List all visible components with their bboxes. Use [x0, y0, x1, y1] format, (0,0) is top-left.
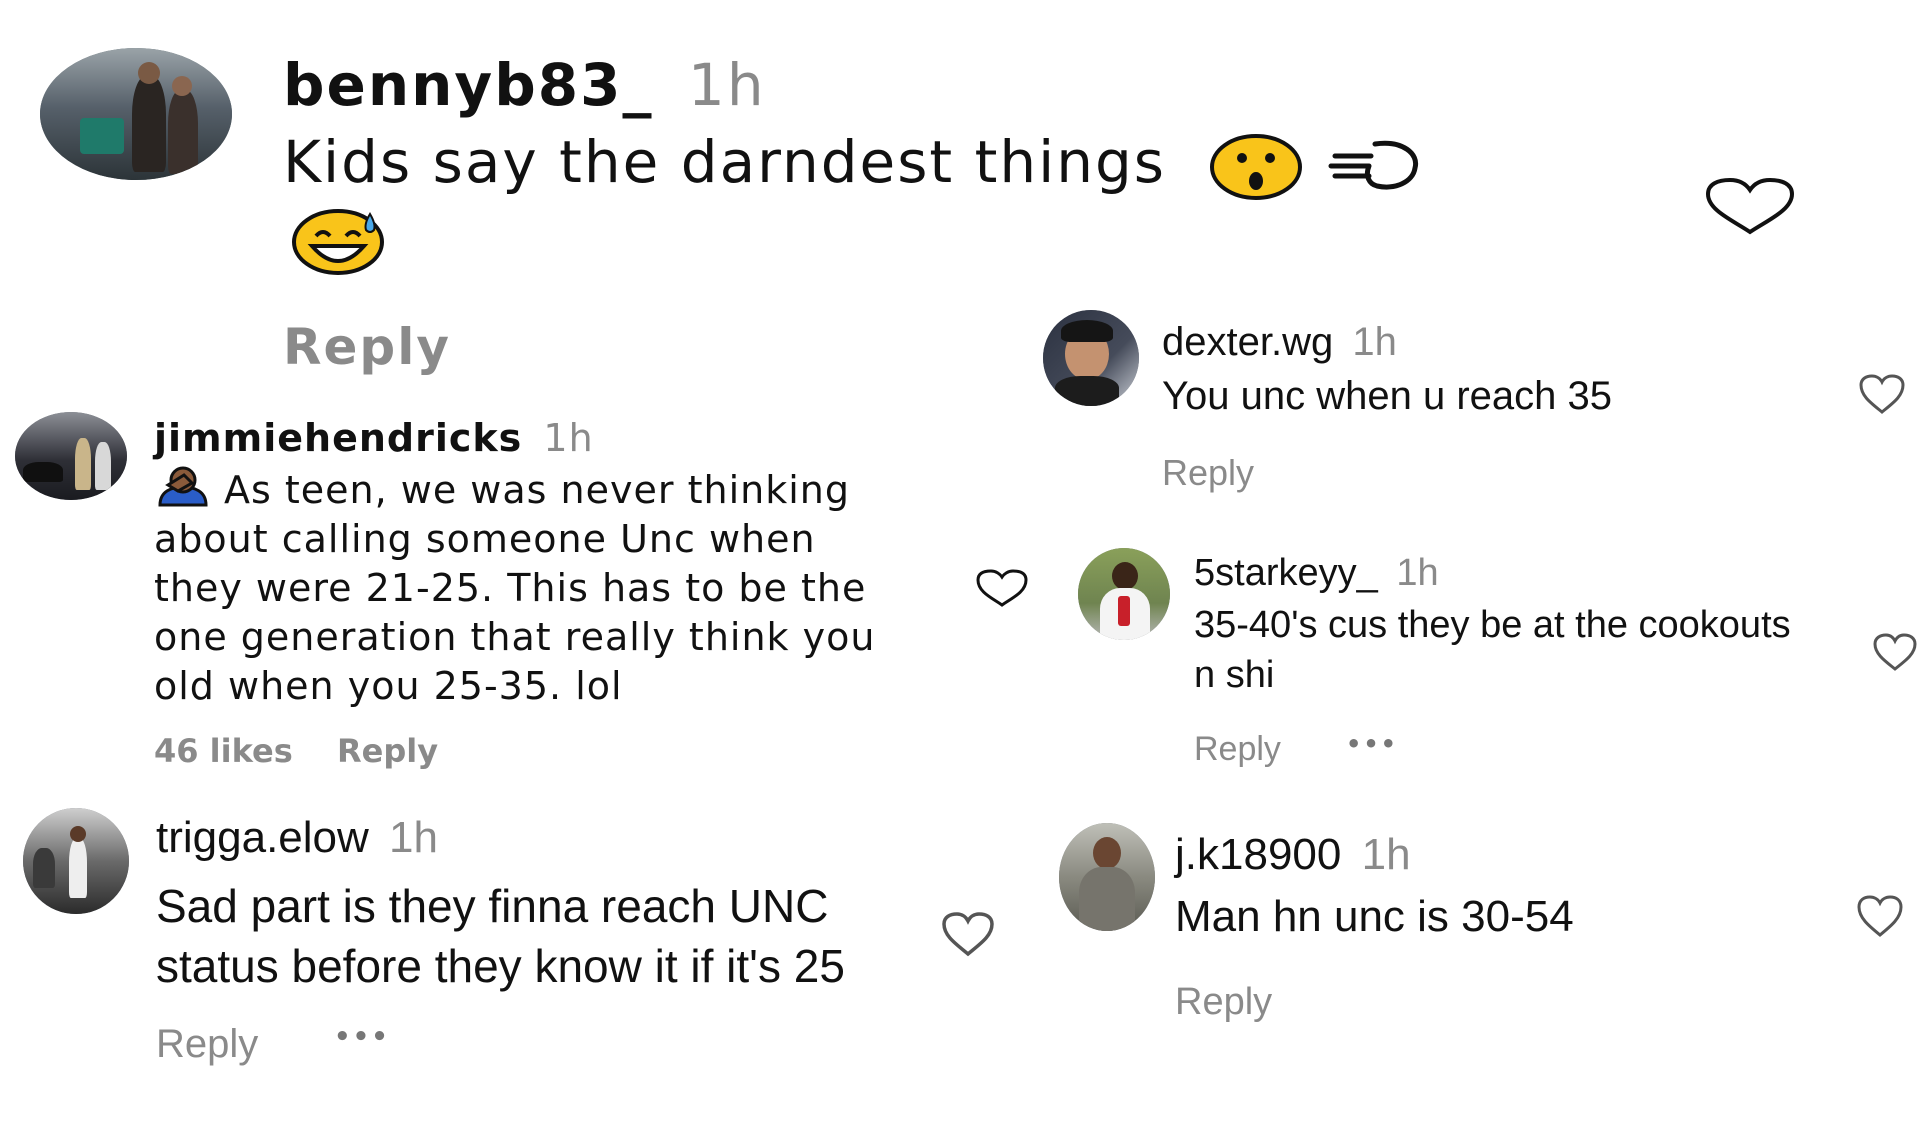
comment-5starkeyy: 5starkeyy_ 1h 35-40's cus they be at the… — [1070, 540, 1920, 780]
comment-text-line: status before they know it if it's 25 — [156, 940, 845, 992]
avatar[interactable] — [1059, 823, 1155, 931]
comment-header: jimmiehendricks 1h — [154, 415, 594, 461]
comment-header: dexter.wg 1h — [1162, 318, 1397, 366]
comment-body: Kids say the darndest things — [283, 126, 1421, 201]
like-heart-icon[interactable] — [1872, 632, 1918, 672]
avatar[interactable] — [1043, 310, 1139, 406]
comment-dexter-wg: dexter.wg 1h You unc when u reach 35 Rep… — [1040, 300, 1920, 510]
comment-jimmiehendricks: jimmiehendricks 1h As teen, we was never… — [0, 400, 1028, 780]
comment-jk18900: j.k18900 1h Man hn unc is 30-54 Reply — [1055, 815, 1920, 1055]
comment-text: Man hn unc is 30-54 — [1175, 892, 1574, 941]
avatar[interactable] — [40, 48, 232, 180]
facepalm-emoji — [158, 466, 208, 507]
timestamp: 1h — [1352, 320, 1397, 364]
username[interactable]: bennyb83_ — [283, 51, 653, 119]
timestamp: 1h — [543, 416, 594, 460]
comment-text-line: 35-40's cus they be at the cookouts — [1194, 604, 1791, 646]
username[interactable]: trigga.elow — [156, 813, 369, 862]
comment-text-line: one generation that really think you — [154, 615, 876, 659]
comment-text-line: they were 21-25. This has to be the — [154, 566, 867, 610]
comment-body: Sad part is they finna reach UNC status … — [156, 876, 845, 996]
username[interactable]: 5starkeyy_ — [1194, 552, 1378, 594]
reply-button[interactable]: Reply — [156, 1022, 258, 1067]
more-options-icon[interactable]: ••• — [334, 1022, 390, 1052]
comment-text-line: As teen, we was never thinking — [224, 468, 850, 512]
timestamp: 1h — [1361, 830, 1411, 879]
comment-header: bennyb83_ 1h — [283, 50, 766, 120]
comment-header: 5starkeyy_ 1h — [1194, 550, 1439, 596]
comment-trigga-elow: trigga.elow 1h Sad part is they finna re… — [0, 800, 1010, 1100]
comment-text-line: Sad part is they finna reach UNC — [156, 880, 829, 932]
hushed-face-emoji — [1210, 133, 1303, 200]
comment-body: As teen, we was never thinking about cal… — [154, 465, 875, 711]
comment-text-line: about calling someone Unc when — [154, 517, 816, 561]
like-heart-icon[interactable] — [1857, 372, 1907, 416]
like-heart-icon[interactable] — [1702, 176, 1798, 236]
username[interactable]: jimmiehendricks — [154, 416, 522, 460]
reply-button[interactable]: Reply — [1175, 981, 1272, 1024]
username[interactable]: dexter.wg — [1162, 320, 1333, 364]
reply-button[interactable]: Reply — [337, 732, 438, 770]
timestamp: 1h — [687, 51, 766, 119]
reply-button[interactable]: Reply — [1162, 452, 1254, 494]
like-heart-icon[interactable] — [1855, 893, 1905, 939]
comment-header: j.k18900 1h — [1175, 829, 1411, 881]
avatar[interactable] — [15, 412, 127, 500]
comment-text: You unc when u reach 35 — [1162, 374, 1612, 418]
like-heart-icon[interactable] — [975, 568, 1029, 608]
grinning-sweat-emoji — [292, 209, 384, 275]
more-options-icon[interactable]: ••• — [1346, 730, 1398, 758]
avatar[interactable] — [23, 808, 129, 914]
timestamp: 1h — [389, 813, 438, 862]
comment-text-line: old when you 25-35. lol — [154, 664, 623, 708]
timestamp: 1h — [1396, 552, 1439, 594]
avatar[interactable] — [1078, 548, 1170, 640]
dashing-away-emoji — [1328, 140, 1418, 190]
likes-count[interactable]: 46 likes — [154, 732, 293, 770]
comment-text: Kids say the darndest things — [283, 128, 1167, 196]
comment-body: 35-40's cus they be at the cookouts n sh… — [1194, 600, 1791, 700]
username[interactable]: j.k18900 — [1175, 830, 1341, 879]
reply-button[interactable]: Reply — [283, 318, 451, 376]
like-heart-icon[interactable] — [940, 910, 996, 958]
reply-button[interactable]: Reply — [1194, 730, 1281, 769]
comment-text-line: n shi — [1194, 654, 1275, 696]
comment-header: trigga.elow 1h — [156, 812, 438, 864]
